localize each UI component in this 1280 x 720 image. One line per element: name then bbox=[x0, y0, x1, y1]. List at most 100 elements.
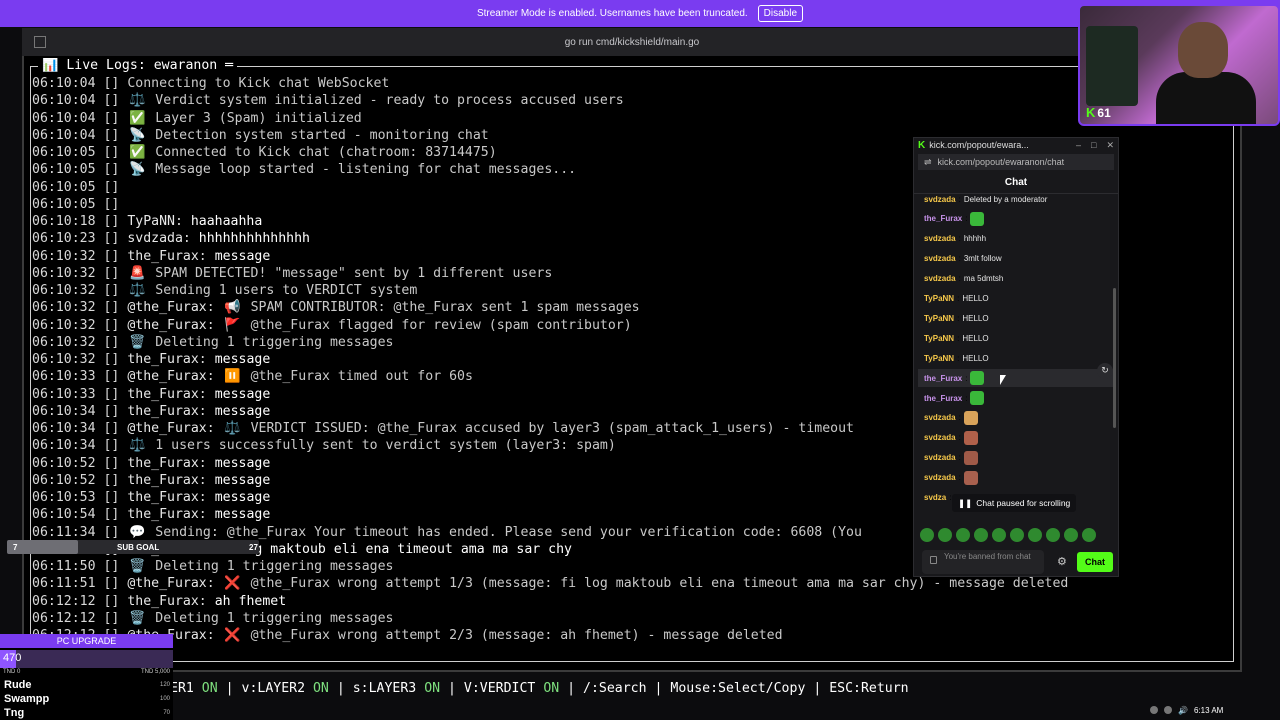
chat-messages[interactable]: svdzada: Deleted by a moderator the_Furax:… bbox=[914, 196, 1118, 508]
log-event-icon: 🗑️ bbox=[129, 559, 146, 574]
chat-message[interactable]: svdzada: ma 5dmtsh bbox=[924, 270, 1003, 288]
chat-username[interactable]: svdzada bbox=[924, 433, 956, 442]
chat-message[interactable]: svdzada: bbox=[924, 469, 978, 487]
log-brackets: [] bbox=[103, 127, 120, 143]
chat-username[interactable]: TyPaNN bbox=[924, 294, 954, 303]
chat-url-bar[interactable]: ⇌ kick.com/popout/ewaranon/chat bbox=[918, 154, 1114, 170]
chat-window-titlebar[interactable]: K kick.com/popout/ewara... – □ ✕ bbox=[914, 138, 1118, 152]
log-timestamp: 06:10:32 bbox=[32, 248, 96, 264]
scroll-to-bottom-icon[interactable]: ↻ bbox=[1097, 363, 1113, 379]
log-timestamp: 06:10:34 bbox=[32, 421, 96, 436]
webcam-person-head bbox=[1178, 22, 1228, 78]
chat-username[interactable]: svdzada bbox=[924, 473, 956, 482]
disable-button[interactable]: Disable bbox=[757, 5, 804, 22]
system-tray[interactable]: 🔊 6:13 AM bbox=[1150, 700, 1280, 720]
emote-shortcut-icon[interactable] bbox=[1064, 528, 1078, 542]
chat-username[interactable]: TyPaNN bbox=[924, 334, 954, 343]
log-brackets: [] bbox=[103, 248, 120, 264]
log-line: 06:12:12 [] the_Furax: ah fhemet bbox=[32, 593, 287, 609]
emote-shortcut-icon[interactable] bbox=[1010, 528, 1024, 542]
chat-message[interactable]: TyPaNN: HELLO bbox=[924, 290, 989, 308]
terminal-titlebar[interactable]: go run cmd/kickshield/main.go bbox=[22, 28, 1242, 56]
emote-shortcut-icon[interactable] bbox=[1082, 528, 1096, 542]
chat-message[interactable]: TyPaNN: HELLO bbox=[924, 309, 989, 327]
close-icon[interactable]: ✕ bbox=[1106, 140, 1114, 151]
site-settings-icon[interactable]: ⇌ bbox=[924, 157, 932, 168]
emote-shortcut-icon[interactable] bbox=[1046, 528, 1060, 542]
chat-username[interactable]: svdzada bbox=[924, 274, 956, 283]
chat-message[interactable]: svdzada:3mlt follow bbox=[924, 250, 1002, 268]
log-username: the_Furax bbox=[127, 403, 199, 419]
chat-username[interactable]: svdzada bbox=[924, 413, 956, 422]
chat-message[interactable]: svdzada: bbox=[924, 409, 978, 427]
donor-amount: 100 bbox=[159, 696, 170, 702]
log-line: 06:11:34 [] 💬 Sending: @the_Furax Your t… bbox=[32, 524, 862, 541]
chat-settings-gear-icon[interactable]: ⚙ bbox=[1057, 555, 1067, 568]
emote-shortcut-icon[interactable] bbox=[920, 528, 934, 542]
pc-upgrade-min: TND 0 bbox=[3, 669, 21, 675]
log-line: 06:11:50 [] 🗑️ Deleting 1 triggering mes… bbox=[32, 558, 393, 575]
chat-username[interactable]: svdzada bbox=[924, 453, 956, 462]
log-event-icon: 📢 bbox=[224, 300, 241, 316]
chat-username[interactable]: svdzada bbox=[924, 234, 956, 243]
chat-username[interactable]: svdza bbox=[924, 493, 946, 502]
chat-message[interactable]: svdza: bbox=[924, 489, 951, 507]
log-timestamp: 06:10:05 bbox=[32, 179, 96, 195]
volume-icon[interactable]: 🔊 bbox=[1178, 706, 1188, 715]
tray-app-icon[interactable] bbox=[1164, 706, 1172, 714]
chat-username[interactable]: TyPaNN bbox=[924, 354, 954, 363]
log-event-icon: ⏸️ bbox=[224, 369, 241, 385]
donor-name: Tng bbox=[4, 707, 25, 719]
chat-input[interactable]: You're banned from chat bbox=[922, 550, 1044, 574]
chat-message[interactable]: svdzada: hhhhh bbox=[924, 230, 986, 248]
chat-username[interactable]: the_Furax bbox=[924, 374, 962, 383]
chat-username[interactable]: svdzada bbox=[924, 254, 956, 263]
emote-shortcut-icon[interactable] bbox=[938, 528, 952, 542]
tray-clock[interactable]: 6:13 AM bbox=[1194, 706, 1223, 715]
donor-amount: 120 bbox=[159, 682, 170, 688]
kick-chat-popout[interactable]: K kick.com/popout/ewara... – □ ✕ ⇌ kick.… bbox=[913, 137, 1119, 577]
chat-message[interactable]: the_Furax: bbox=[924, 389, 985, 407]
log-message: message bbox=[214, 490, 271, 505]
chat-message[interactable]: the_Furax: bbox=[918, 369, 1114, 388]
emote-bar[interactable] bbox=[920, 528, 1116, 544]
log-brackets: [] bbox=[103, 76, 120, 91]
log-username: the_Furax bbox=[127, 593, 199, 609]
log-message: fi log maktoub eli ena timeout ama ma sa… bbox=[214, 541, 572, 557]
chat-username[interactable]: the_Furax bbox=[924, 214, 962, 223]
log-message: Verdict system initialized - ready to pr… bbox=[155, 93, 624, 109]
log-timestamp: 06:12:12 bbox=[32, 593, 96, 609]
chat-message[interactable]: svdzada: bbox=[924, 429, 978, 447]
log-line: 06:10:04 [] ⚖️ Verdict system initialize… bbox=[32, 92, 624, 109]
chat-message[interactable]: TyPaNN: HELLO bbox=[924, 329, 989, 347]
chat-message[interactable]: TyPaNN: HELLO bbox=[924, 349, 989, 367]
chat-message[interactable]: svdzada: Deleted by a moderator bbox=[924, 196, 1047, 208]
minimize-icon[interactable]: – bbox=[1076, 140, 1081, 151]
chat-scrollbar[interactable] bbox=[1113, 288, 1116, 428]
log-message: Connected to Kick chat (chatroom: 837144… bbox=[155, 145, 497, 160]
chat-message[interactable]: the_Furax: bbox=[924, 210, 985, 228]
emote-shortcut-icon[interactable] bbox=[974, 528, 988, 542]
chat-message[interactable]: svdzada: bbox=[924, 449, 978, 467]
emote-shortcut-icon[interactable] bbox=[1028, 528, 1042, 542]
emote-shortcut-icon[interactable] bbox=[992, 528, 1006, 542]
log-line: 06:10:32 [] 🚨 SPAM DETECTED! "message" s… bbox=[32, 265, 552, 282]
log-brackets: [] bbox=[103, 352, 120, 367]
log-event-icon: ⚖️ bbox=[224, 421, 241, 436]
log-event-icon: 📡 bbox=[129, 127, 146, 143]
emote-shortcut-icon[interactable] bbox=[956, 528, 970, 542]
chat-username[interactable]: svdzada bbox=[924, 196, 956, 204]
maximize-icon[interactable]: □ bbox=[1091, 140, 1096, 151]
chat-username[interactable]: the_Furax bbox=[924, 394, 962, 403]
kick-logo-icon: K bbox=[1086, 105, 1096, 120]
log-timestamp: 06:10:05 bbox=[32, 196, 96, 212]
log-message: message bbox=[214, 403, 271, 419]
pc-upgrade-max: TND 5,000 bbox=[140, 669, 170, 675]
chat-paused-badge[interactable]: ❚❚ Chat paused for scrolling bbox=[952, 494, 1077, 512]
chat-username[interactable]: TyPaNN bbox=[924, 314, 954, 323]
chat-header: Chat bbox=[914, 172, 1118, 194]
chat-send-button[interactable]: Chat bbox=[1077, 552, 1113, 572]
tray-app-icon[interactable] bbox=[1150, 706, 1158, 714]
status-key: v:LAYER2 bbox=[241, 681, 306, 696]
log-username: the_Furax bbox=[127, 248, 199, 264]
